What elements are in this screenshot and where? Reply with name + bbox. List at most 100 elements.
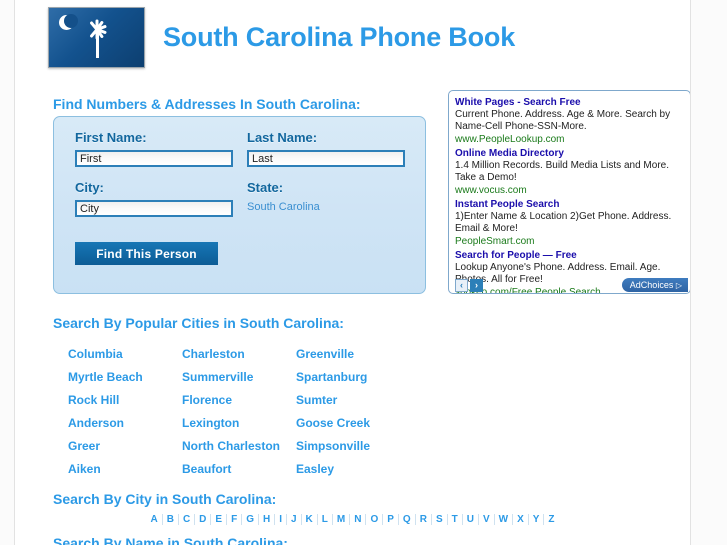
ad-title[interactable]: Online Media Directory [455,147,684,160]
page-title: South Carolina Phone Book [163,22,516,52]
city-link[interactable]: Florence [182,393,296,416]
city-link[interactable]: Charleston [182,347,296,370]
alphabet-link-h[interactable]: H [259,514,276,525]
city-link[interactable]: North Charleston [182,439,296,462]
ads-panel: White Pages - Search Free Current Phone. … [448,90,691,294]
ad-title[interactable]: Search for People — Free [455,249,684,262]
alphabet-link-j[interactable]: J [287,514,302,525]
ad-description: 1.4 Million Records. Build Media Lists a… [455,160,669,183]
heading-search-by-name: Search By Name in South Carolina: [53,535,288,545]
ad-list: White Pages - Search Free Current Phone. … [455,96,684,293]
city-link[interactable]: Columbia [68,347,182,370]
city-link[interactable]: Lexington [182,416,296,439]
alphabet-link-l[interactable]: L [318,514,333,525]
last-name-label: Last Name: [247,130,318,145]
alphabet-link-n[interactable]: N [350,514,367,525]
ad-item[interactable]: Online Media Directory 1.4 Million Record… [455,147,684,197]
ad-item[interactable]: Instant People Search 1)Enter Name & Loca… [455,198,684,248]
ad-url[interactable]: www.vocus.com [455,184,684,197]
alphabet-link-z[interactable]: Z [544,514,558,525]
first-name-input[interactable] [75,150,233,167]
city-link[interactable]: Myrtle Beach [68,370,182,393]
alphabet-link-d[interactable]: D [195,514,212,525]
city-link[interactable]: Simpsonville [296,439,410,462]
alphabet-index: ABCDEFGHIJKLMNOPQRSTUVWXYZ [15,514,690,525]
city-link[interactable]: Summerville [182,370,296,393]
city-input[interactable] [75,200,233,217]
city-row: Greer North Charleston Simpsonville [68,439,458,462]
ad-footer: ‹ › AdChoices ▷ [449,276,690,292]
city-row: Aiken Beaufort Easley [68,462,458,485]
alphabet-link-k[interactable]: K [302,514,318,525]
ad-description: 1)Enter Name & Location 2)Get Phone. Add… [455,211,672,234]
alphabet-link-v[interactable]: V [479,514,495,525]
alphabet-link-x[interactable]: X [513,514,529,525]
ad-prev-button[interactable]: ‹ [455,279,468,292]
popular-cities-grid: Columbia Charleston Greenville Myrtle Beach… [68,347,458,485]
ad-pagination: ‹ › [455,279,483,292]
city-link[interactable]: Sumter [296,393,410,416]
field-state: State: South Carolina [247,180,320,213]
adchoices-label: AdChoices [629,280,674,290]
ad-title[interactable]: White Pages - Search Free [455,96,684,109]
alphabet-link-t[interactable]: T [448,514,463,525]
city-row: Anderson Lexington Goose Creek [68,416,458,439]
alphabet-link-q[interactable]: Q [399,514,416,525]
city-link[interactable]: Aiken [68,462,182,485]
crescent-moon-shape [59,14,78,30]
ad-url[interactable]: PeopleSmart.com [455,235,684,248]
city-label: City: [75,180,104,195]
adchoices-badge[interactable]: AdChoices ▷ [621,278,688,292]
alphabet-link-a[interactable]: A [146,514,163,525]
alphabet-link-e[interactable]: E [211,514,228,525]
heading-popular-cities: Search By Popular Cities in South Caroli… [53,315,344,331]
ad-description: Current Phone. Address. Age & More. Sear… [455,109,671,132]
alphabet-link-i[interactable]: I [275,514,287,525]
state-value: South Carolina [247,201,320,213]
first-name-label: First Name: [75,130,147,145]
field-last-name: Last Name: [247,130,405,167]
field-first-name: First Name: [75,130,233,167]
page-shell: South Carolina Phone Book Find Numbers &… [0,0,727,545]
city-link[interactable]: Greer [68,439,182,462]
heading-search-by-city: Search By City in South Carolina: [53,491,277,507]
alphabet-link-p[interactable]: P [383,514,399,525]
alphabet-link-m[interactable]: M [333,514,351,525]
city-link[interactable]: Greenville [296,347,410,370]
city-link[interactable]: Goose Creek [296,416,410,439]
alphabet-link-y[interactable]: Y [529,514,545,525]
find-this-person-button[interactable]: Find This Person [75,242,218,265]
alphabet-link-g[interactable]: G [242,514,259,525]
city-row: Myrtle Beach Summerville Spartanburg [68,370,458,393]
adchoices-triangle-icon: ▷ [675,281,682,290]
search-form: First Name: Last Name: City: State: Sout… [53,116,426,294]
alphabet-link-u[interactable]: U [463,514,479,525]
alphabet-link-w[interactable]: W [495,514,514,525]
page-content: South Carolina Phone Book Find Numbers &… [15,0,691,545]
form-grid: First Name: Last Name: City: State: Sout… [54,117,425,265]
city-row: Columbia Charleston Greenville [68,347,458,370]
city-link[interactable]: Anderson [68,416,182,439]
alphabet-link-r[interactable]: R [416,514,432,525]
city-link[interactable]: Easley [296,462,410,485]
ad-next-button[interactable]: › [470,279,483,292]
alphabet-link-s[interactable]: S [432,514,448,525]
alphabet-link-o[interactable]: O [366,514,384,525]
city-row: Rock Hill Florence Sumter [68,393,458,416]
alphabet-link-c[interactable]: C [179,514,196,525]
city-link[interactable]: Spartanburg [296,370,410,393]
ad-item[interactable]: White Pages - Search Free Current Phone. … [455,96,684,146]
alphabet-link-f[interactable]: F [227,514,243,525]
ad-title[interactable]: Instant People Search [455,198,684,211]
field-city: City: [75,180,233,217]
heading-find-numbers: Find Numbers & Addresses In South Caroli… [53,96,361,112]
city-link[interactable]: Beaufort [182,462,296,485]
alphabet-link-b[interactable]: B [163,514,179,525]
south-carolina-flag-icon [48,7,145,68]
ad-url[interactable]: www.PeopleLookup.com [455,133,684,146]
state-label: State: [247,180,284,195]
city-link[interactable]: Rock Hill [68,393,182,416]
site-header: South Carolina Phone Book [48,7,515,68]
palmetto-trunk-shape [96,30,99,58]
last-name-input[interactable] [247,150,405,167]
